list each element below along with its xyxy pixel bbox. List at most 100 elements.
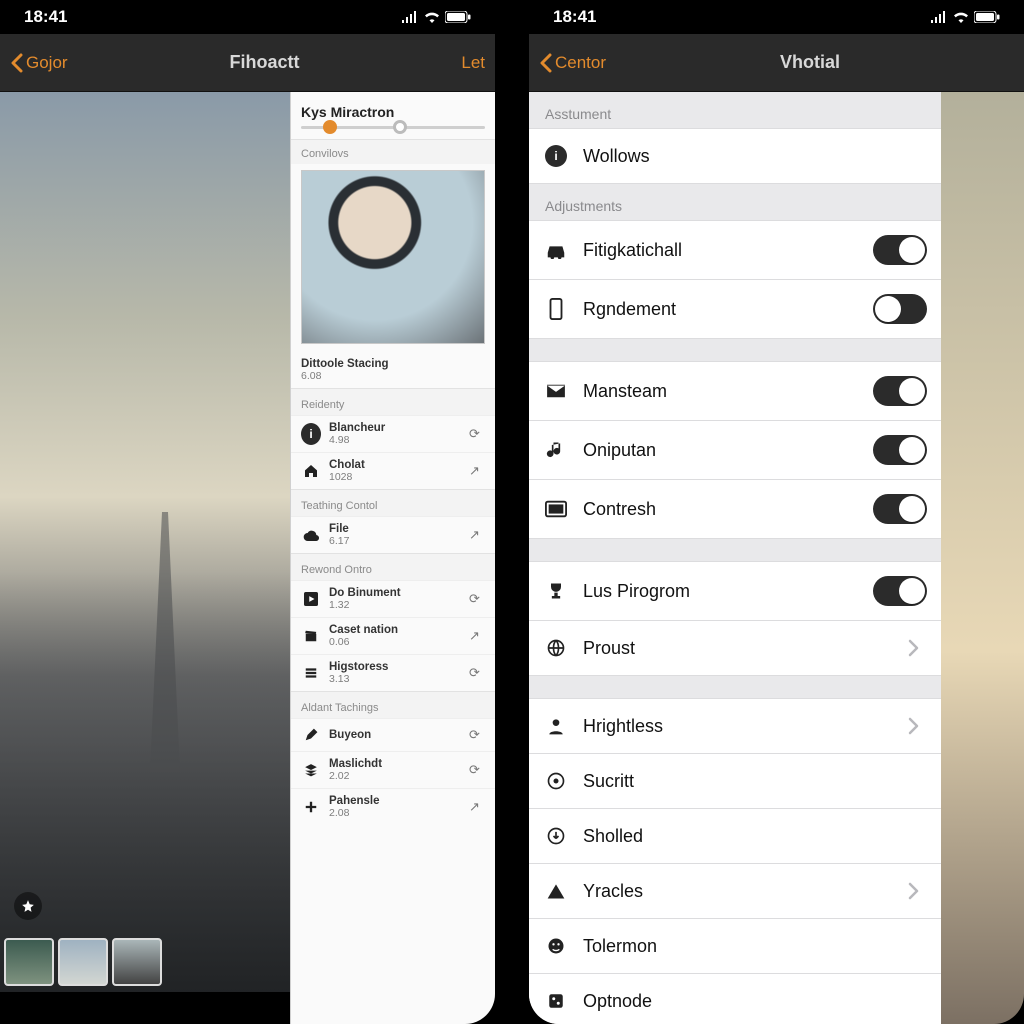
thumbnail-strip[interactable] — [4, 938, 162, 986]
settings-cell[interactable]: Fitigkatichall — [529, 220, 941, 280]
cell-label: Lus Pirogrom — [583, 581, 859, 602]
play-icon — [301, 589, 321, 609]
list-item[interactable]: Higstoress 3.13 ⟳ — [291, 654, 495, 691]
list-item[interactable]: Pahensle 2.08 ↗ — [291, 788, 495, 825]
thumbnail[interactable] — [112, 938, 162, 986]
nav-title: Vhotial — [780, 52, 840, 73]
settings-cell[interactable]: i Wollows — [529, 128, 941, 184]
group-caption: Rewond Ontro — [291, 553, 495, 580]
list-item[interactable]: Do Binument 1.32 ⟳ — [291, 580, 495, 617]
nav-back[interactable]: Centor — [539, 53, 606, 73]
list-item[interactable]: i Blancheur 4.98 ⟳ — [291, 415, 495, 452]
chevron-right-icon — [907, 639, 927, 657]
loop-icon: ⟳ — [469, 762, 487, 778]
dice-icon — [543, 988, 569, 1014]
cell-label: Sholled — [583, 826, 927, 847]
badge-icon: i — [301, 424, 321, 444]
item-label: Higstoress — [329, 661, 461, 673]
group-caption: Reidenty — [291, 388, 495, 415]
hero-image — [0, 92, 290, 992]
cell-label: Wollows — [583, 146, 927, 167]
cell-label: Oniputan — [583, 440, 859, 461]
item-label: Pahensle — [329, 795, 461, 807]
nav-back[interactable]: Gojor — [10, 53, 68, 73]
slider[interactable] — [291, 126, 495, 139]
settings-cell[interactable]: Proust — [529, 621, 941, 676]
thumbnail[interactable] — [4, 938, 54, 986]
face-icon — [543, 933, 569, 959]
toggle[interactable] — [873, 494, 927, 524]
wifi-icon — [952, 11, 970, 23]
settings-cell[interactable]: Sucritt — [529, 754, 941, 809]
item-label: Maslichdt — [329, 758, 461, 770]
info-icon: i — [543, 143, 569, 169]
settings-cell[interactable]: Yracles — [529, 864, 941, 919]
mail-icon — [543, 378, 569, 404]
note-icon — [543, 437, 569, 463]
notch — [707, 0, 847, 24]
list-item[interactable]: Buyeon ⟳ — [291, 718, 495, 751]
list-item[interactable]: Maslichdt 2.02 ⟳ — [291, 751, 495, 788]
panel-header: Kys Miractron — [291, 92, 495, 126]
person-icon — [543, 713, 569, 739]
cell-label: Proust — [583, 638, 893, 659]
cell-label: Tolermon — [583, 936, 927, 957]
battery-icon — [974, 11, 1000, 23]
settings-cell[interactable]: Oniputan — [529, 421, 941, 480]
star-icon — [21, 899, 35, 913]
gear-icon — [543, 768, 569, 794]
settings-list[interactable]: Asstument i Wollows Adjustments Fitigkat… — [529, 92, 941, 1024]
list-item[interactable]: Caset nation 0.06 ↗ — [291, 617, 495, 654]
item-sub: 2.08 — [329, 807, 461, 819]
item-sub: 1.32 — [329, 599, 461, 611]
battery-icon — [445, 11, 471, 23]
settings-cell[interactable]: Contresh — [529, 480, 941, 539]
toggle[interactable] — [873, 576, 927, 606]
chevron-right-icon — [907, 882, 927, 900]
toggle[interactable] — [873, 294, 927, 324]
settings-cell[interactable]: Tolermon — [529, 919, 941, 974]
item-sub: 3.13 — [329, 673, 461, 685]
item-label: Caset nation — [329, 624, 461, 636]
item-sub: 4.98 — [329, 434, 461, 446]
list-item[interactable]: File 6.17 ↗ — [291, 516, 495, 553]
thumbnail[interactable] — [58, 938, 108, 986]
cell-label: Fitigkatichall — [583, 240, 859, 261]
section-caption: Adjustments — [529, 184, 941, 220]
download-icon — [543, 823, 569, 849]
group-caption: Aldant Tachings — [291, 691, 495, 718]
status-time: 18:41 — [24, 7, 67, 27]
settings-cell[interactable]: Hrightless — [529, 698, 941, 754]
toggle[interactable] — [873, 376, 927, 406]
item-sub: 2.02 — [329, 770, 461, 782]
cloud-icon — [301, 525, 321, 545]
cell-label: Contresh — [583, 499, 859, 520]
cell-label: Yracles — [583, 881, 893, 902]
settings-cell[interactable]: Rgndement — [529, 280, 941, 339]
status-time: 18:41 — [553, 7, 596, 27]
toggle[interactable] — [873, 235, 927, 265]
loop-icon: ⟳ — [469, 665, 487, 681]
settings-cell[interactable]: Sholled — [529, 809, 941, 864]
settings-cell[interactable]: Lus Pirogrom — [529, 561, 941, 621]
car-icon — [543, 237, 569, 263]
status-bar: 18:41 — [529, 0, 1024, 34]
nav-action[interactable]: Let — [461, 53, 485, 73]
portrait-image — [301, 170, 485, 344]
nav-bar: Gojor Fihoactt Let — [0, 34, 495, 92]
item-label: Do Binument — [329, 587, 461, 599]
toggle[interactable] — [873, 435, 927, 465]
star-button[interactable] — [14, 892, 42, 920]
nav-back-label: Centor — [555, 53, 606, 73]
settings-cell[interactable]: Mansteam — [529, 361, 941, 421]
group-caption: Teathing Contol — [291, 489, 495, 516]
settings-cell[interactable]: Optnode — [529, 974, 941, 1024]
loop-icon: ⟳ — [469, 591, 487, 607]
list-item[interactable]: Cholat 1028 ↗ — [291, 452, 495, 489]
chevron-left-icon — [10, 53, 24, 73]
cell-label: Optnode — [583, 991, 927, 1012]
list-item[interactable]: Dittoole Stacing 6.08 — [291, 352, 495, 388]
clapper-icon — [301, 626, 321, 646]
group-caption: Convilovs — [291, 139, 495, 164]
item-label: Dittoole Stacing — [301, 358, 487, 370]
